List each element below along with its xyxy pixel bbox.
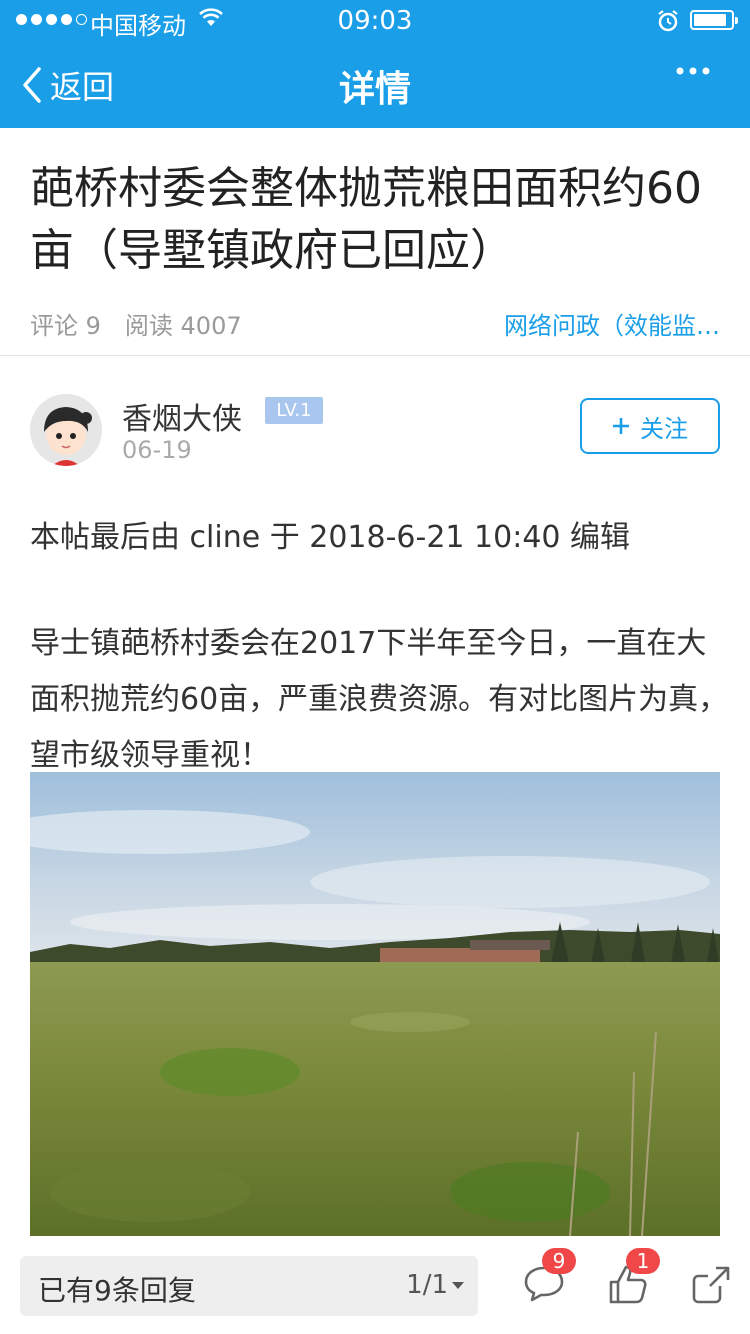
plus-icon [613,418,629,434]
post-meta: 评论 9 阅读 4007 [30,306,242,341]
navigation-bar: 返回 详情 [0,40,750,128]
view-count: 阅读 4007 [124,312,242,340]
edit-note: 本帖最后由 cline 于 2018-6-21 10:40 编辑 [30,520,631,555]
avatar-image [30,394,102,466]
caret-down-icon[interactable] [452,1282,464,1289]
comment-button[interactable]: 9 [522,1248,576,1310]
post-body: 导士镇葩桥村委会在2017下半年至今日，一直在大面积抛荒约60亩，严重浪费资源。… [30,626,729,773]
share-button[interactable] [690,1262,738,1310]
battery-icon [690,10,738,30]
page-title: 详情 [338,69,411,110]
reply-input[interactable]: 已有9条回复 1/1 [20,1256,478,1316]
divider [0,355,750,356]
follow-label: 关注 [640,414,688,443]
follow-button[interactable]: 关注 [580,398,720,454]
avatar[interactable] [30,394,102,466]
clock: 09:03 [337,6,413,36]
author-name[interactable]: 香烟大侠 [122,394,242,438]
comment-badge: 9 [542,1248,576,1274]
like-button[interactable]: 1 [606,1248,660,1310]
alarm-icon [658,10,678,32]
battery-fill [694,14,726,26]
bottom-bar: 已有9条回复 1/1 9 1 [0,1236,750,1334]
forum-link[interactable]: 网络问政（效能监… [504,306,720,341]
level-badge: LV.1 [265,397,323,424]
more-options-icon[interactable] [676,66,710,76]
post-title: 葩桥村委会整体抛荒粮田面积约60亩（导墅镇政府已回应） [30,163,702,276]
share-icon [692,1266,730,1304]
top-bar: 中国移动 09:03 返回 详情 [0,0,750,128]
page-indicator[interactable]: 1/1 [406,1270,448,1300]
field-photo-image [30,772,720,1236]
post-photo[interactable] [30,772,720,1236]
comment-count: 评论 9 [30,312,101,340]
reply-count-label: 已有9条回复 [38,1274,196,1307]
like-badge: 1 [626,1248,660,1274]
status-bar: 中国移动 09:03 [0,0,750,40]
post-date: 06-19 [122,436,192,464]
